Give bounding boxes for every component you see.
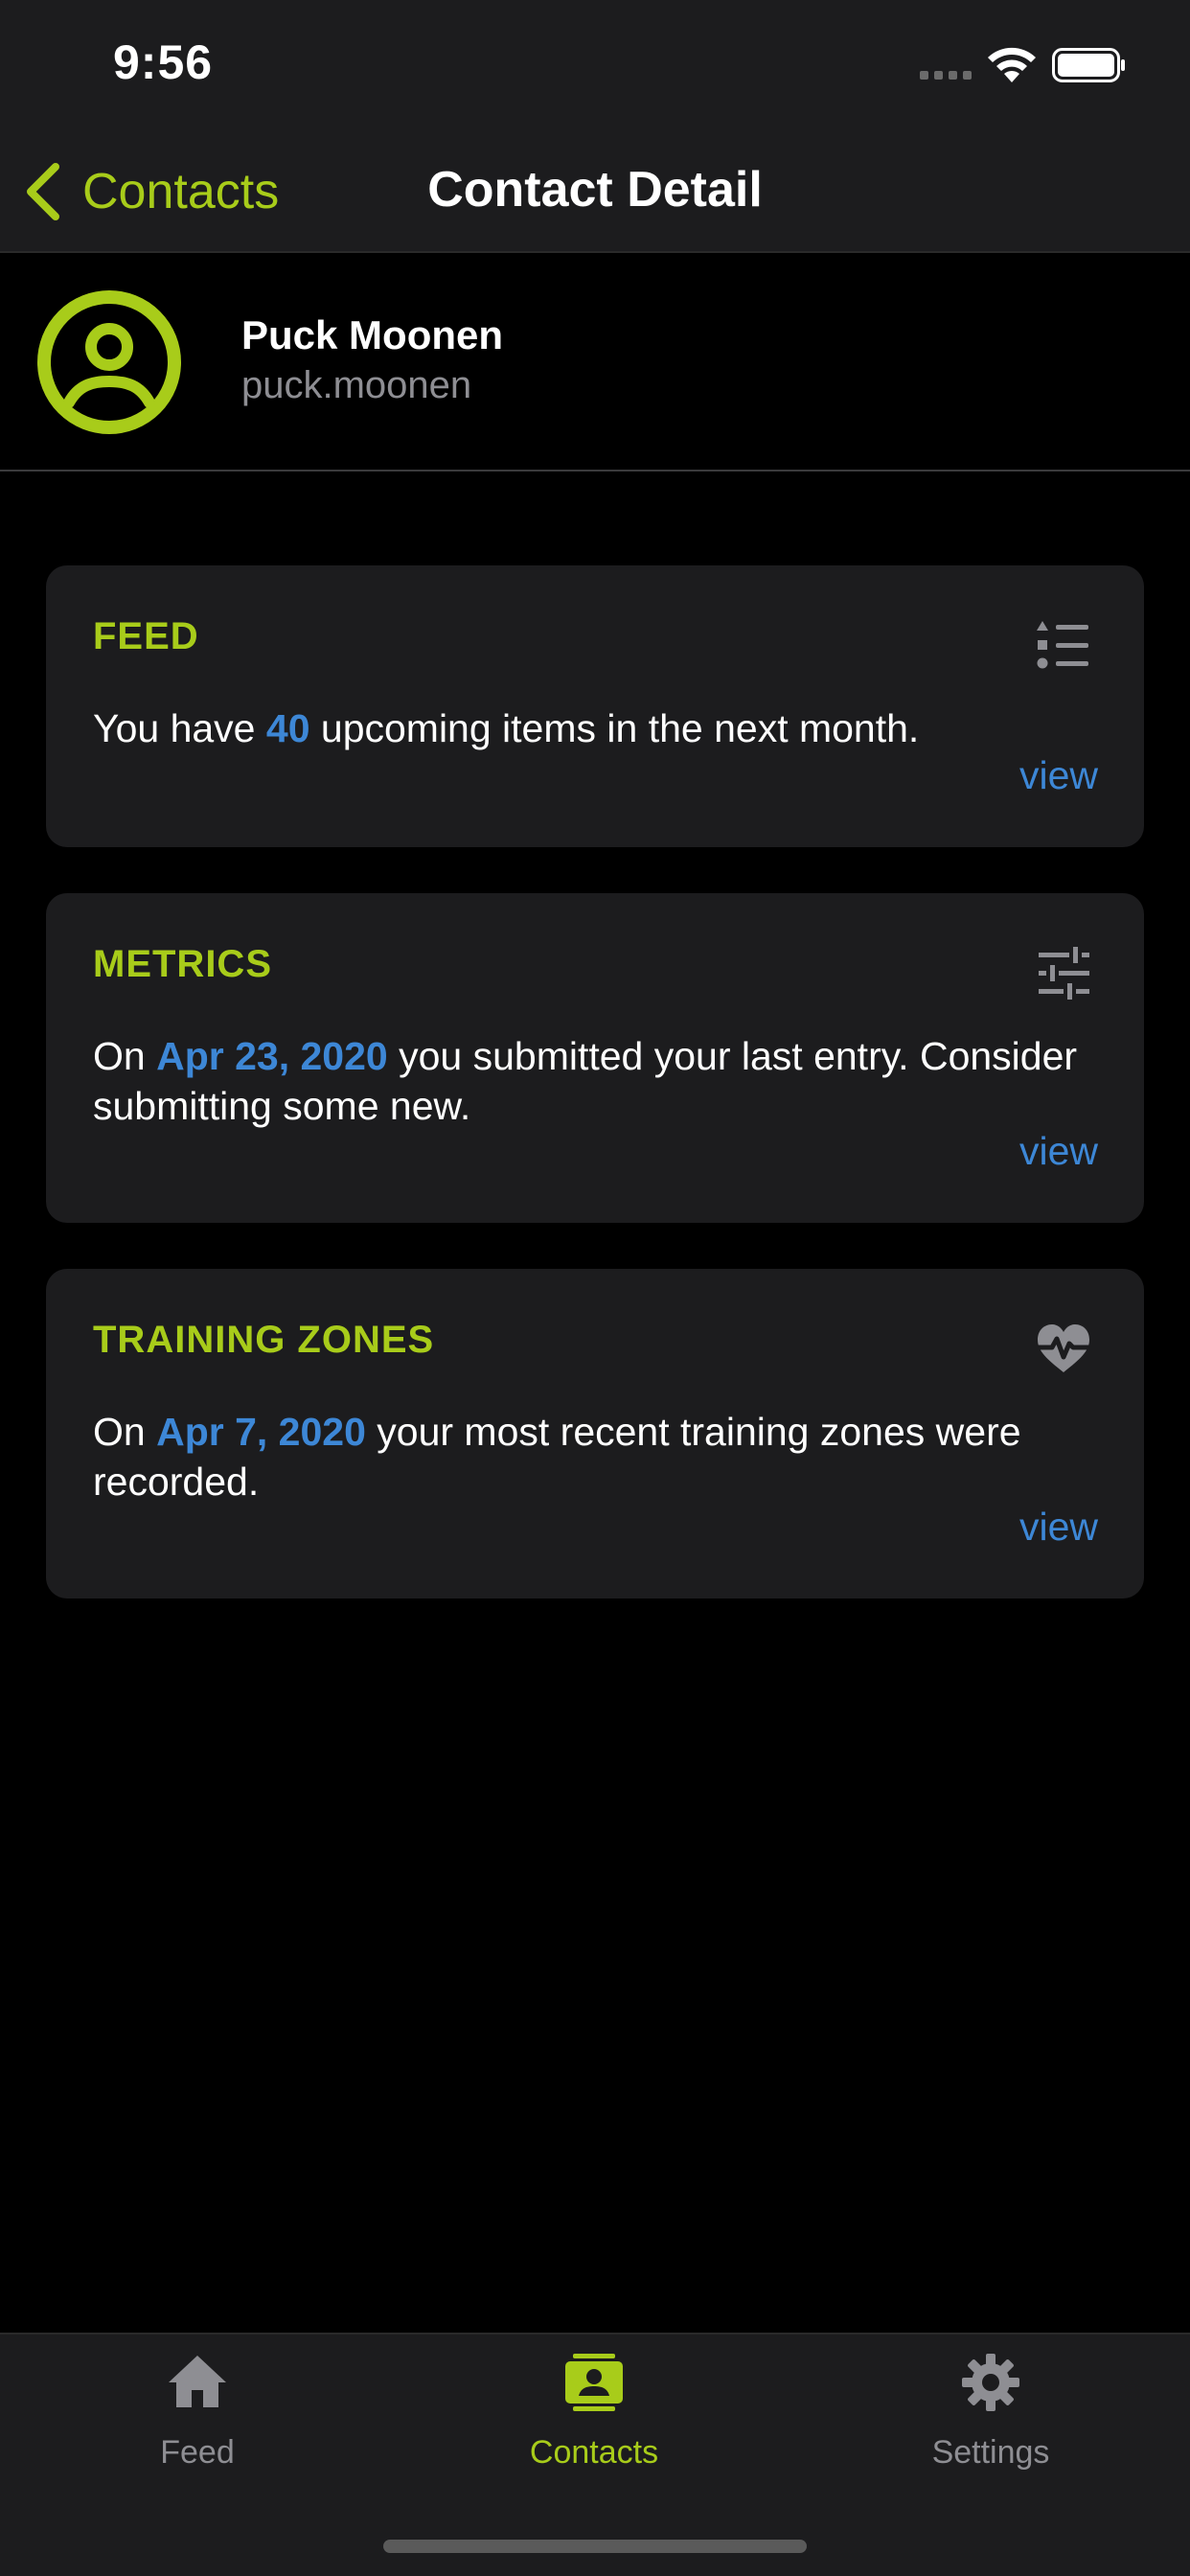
cellular-signal-icon [920,71,972,80]
contact-header: Puck Moonen puck.moonen [0,253,1190,472]
metrics-card: METRICS On Apr 23, 2020 you submitted yo… [46,893,1144,1223]
tab-contacts[interactable]: Contacts [450,2352,738,2496]
status-time: 9:56 [113,35,214,89]
home-icon [169,2356,226,2407]
tab-feed[interactable]: Feed [54,2352,341,2496]
avatar-icon [37,290,181,434]
feed-card: FEED You have 40 upcoming items in the n… [46,565,1144,847]
training-zones-date: Apr 7, 2020 [156,1410,366,1454]
card-title: TRAINING ZONES [93,1319,435,1361]
page-title: Contact Detail [427,162,763,218]
contact-username: puck.moonen [241,364,472,406]
feed-view-link[interactable]: view [1019,753,1098,798]
training-zones-view-link[interactable]: view [1019,1505,1098,1550]
card-text-before: You have [93,706,266,750]
contact-card-icon [565,2354,623,2411]
card-description: On Apr 7, 2020 your most recent training… [93,1407,1080,1506]
navigation-bar: Contacts Contact Detail [0,126,1190,253]
card-description: On Apr 23, 2020 you submitted your last … [93,1031,1080,1131]
card-title: METRICS [93,943,272,985]
tab-settings[interactable]: Settings [847,2352,1134,2496]
last-entry-date: Apr 23, 2020 [156,1034,388,1078]
card-text-before: On [93,1034,157,1078]
wifi-icon [988,47,1036,82]
contact-name: Puck Moonen [241,312,504,357]
upcoming-count: 40 [265,706,310,750]
training-zones-card: TRAINING ZONES On Apr 7, 2020 your most … [46,1269,1144,1598]
tab-label: Contacts [529,2434,659,2471]
home-indicator[interactable] [383,2540,807,2553]
gear-icon [962,2354,1019,2411]
card-text-before: On [93,1410,157,1454]
metrics-view-link[interactable]: view [1019,1129,1098,1174]
card-description: You have 40 upcoming items in the next m… [93,703,1080,753]
card-text-after: upcoming items in the next month. [309,706,920,750]
tab-label: Feed [160,2434,235,2471]
list-icon [1037,621,1088,669]
card-title: FEED [93,615,199,657]
battery-icon [1052,48,1125,82]
tab-label: Settings [931,2434,1050,2471]
sliders-icon [1039,947,1089,1000]
status-bar: 9:56 [0,0,1190,126]
heartbeat-icon [1036,1324,1091,1372]
